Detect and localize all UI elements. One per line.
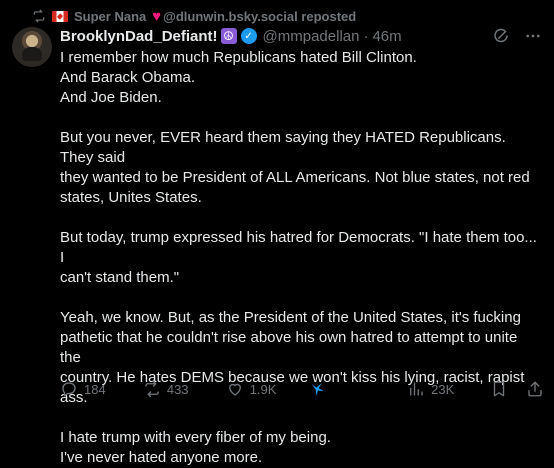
paragraph: But you never, EVER heard them saying th… [60,128,542,208]
author-handle[interactable]: @mmpadellan [263,28,360,45]
paragraph: I hate trump with every fiber of my bein… [60,428,542,468]
author-display-name[interactable]: BrooklynDad_Defiant! [60,28,218,45]
verified-badge-icon: ✓ [240,28,257,44]
text-line: I've never hated anyone more. [60,449,263,466]
avatar[interactable] [12,27,52,67]
text-line: Yeah, we know. But, as the President of … [60,309,521,326]
text-line: But you never, EVER heard them saying th… [60,129,506,166]
reply-count: 184 [84,381,106,397]
grok-analyze-icon [311,383,324,396]
views-chart-icon [410,382,423,396]
text-line: I hate trump with every fiber of my bein… [60,429,331,446]
text-line: I remember how much Republicans hated Bi… [60,49,417,66]
heart-icon: ♥ [152,7,162,25]
repost-icon [145,380,159,398]
action-bar: 184 433 1.9K 23K [60,378,544,400]
bookmark-icon[interactable] [490,380,508,398]
more-options-icon[interactable] [524,27,542,45]
view-count: 23K [431,381,455,397]
repost-button[interactable]: 433 [143,380,226,398]
text-line: can't stand them." [60,269,180,286]
grok-analyze-button[interactable] [309,380,408,398]
heart-outline-icon [228,383,241,396]
text-line: pathetic that he couldn't rise above his… [60,329,518,366]
repost-context[interactable]: Super Nana ♥ @dlunwin.bsky.social repost… [32,6,356,26]
text-line: And Barack Obama. [60,69,196,86]
right-actions [490,380,544,398]
text-line: they wanted to be President of ALL Ameri… [60,169,530,186]
share-icon[interactable] [526,380,544,398]
paragraph: I remember how much Republicans hated Bi… [60,48,542,108]
repost-icon [33,9,45,23]
text-line: But today, trump expressed his hatred fo… [60,229,537,266]
like-button[interactable]: 1.9K [226,380,309,398]
paragraph: But today, trump expressed his hatred fo… [60,228,542,288]
post-header: BrooklynDad_Defiant! ☮ ✓ @mmpadellan · 4… [60,25,542,47]
text-line: states, Unites States. [60,189,202,206]
like-count: 1.9K [249,381,277,397]
repost-count: 433 [166,381,189,397]
views-button[interactable]: 23K [407,380,490,398]
grok-icon[interactable] [492,27,510,45]
reposter-name[interactable]: Super Nana [74,9,146,24]
canada-flag-icon [52,10,68,22]
reply-button[interactable]: 184 [60,380,143,398]
post-time[interactable]: 46m [372,28,401,45]
reply-icon [62,382,76,397]
peace-sign-icon: ☮ [220,28,237,44]
reposter-handle: @dlunwin.bsky.social reposted [163,8,357,24]
post-body: I remember how much Republicans hated Bi… [60,48,542,468]
text-line: And Joe Biden. [60,89,162,106]
separator-dot: · [363,27,369,45]
